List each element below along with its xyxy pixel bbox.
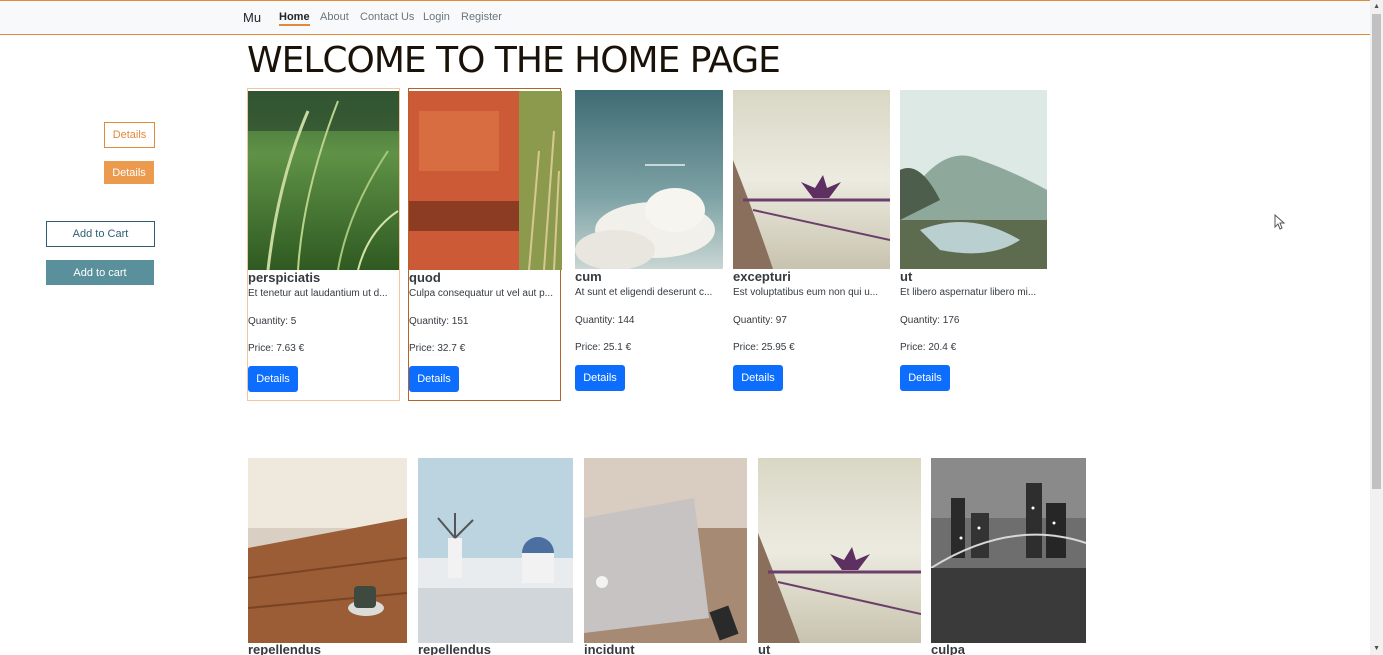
nav-link-home[interactable]: Home: [279, 11, 310, 26]
product-description: Culpa consequatur ut vel aut p...: [409, 288, 553, 299]
product-price: Price: 25.1 €: [575, 342, 632, 353]
product-image-clouds: [575, 90, 723, 269]
scroll-up-arrow-icon[interactable]: ▲: [1373, 3, 1380, 10]
product-image-cafe: [248, 458, 407, 643]
product-quantity: Quantity: 5: [248, 316, 297, 327]
product-card: perspiciatis Et tenetur aut laudantium u…: [247, 88, 400, 401]
product-quantity: Quantity: 144: [575, 315, 635, 326]
scroll-down-arrow-icon[interactable]: ▼: [1373, 645, 1380, 652]
nav-link-login[interactable]: Login: [423, 11, 450, 23]
details-filled-button[interactable]: Details: [104, 161, 154, 184]
product-details-button[interactable]: Details: [248, 366, 298, 392]
mouse-cursor-icon: [1274, 214, 1286, 230]
product-name: repellendus: [418, 642, 491, 655]
product-name: excepturi: [733, 269, 791, 284]
nav-link-about[interactable]: About: [320, 11, 349, 23]
navbar-brand[interactable]: Mu: [243, 10, 261, 25]
product-image-bird: [733, 90, 890, 269]
product-name: quod: [409, 270, 441, 285]
product-quantity: Quantity: 97: [733, 315, 787, 326]
product-price: Price: 32.7 €: [409, 343, 466, 354]
product-description: Et libero aspernatur libero mi...: [900, 287, 1037, 298]
add-to-cart-outline-button[interactable]: Add to Cart: [46, 221, 155, 247]
product-description: Est voluptatibus eum non qui u...: [733, 287, 879, 298]
product-card: repellendus: [248, 458, 407, 655]
product-price: Price: 25.95 €: [733, 342, 795, 353]
product-name: incidunt: [584, 642, 635, 655]
product-card: cum At sunt et eligendi deserunt c... Qu…: [575, 89, 723, 401]
product-name: perspiciatis: [248, 270, 321, 285]
product-name: ut: [900, 269, 913, 284]
product-image-laptop: [584, 458, 747, 643]
product-price: Price: 20.4 €: [900, 342, 957, 353]
vertical-scrollbar[interactable]: ▲ ▼: [1370, 0, 1383, 655]
product-details-button[interactable]: Details: [409, 366, 459, 392]
product-card: ut Et libero aspernatur libero mi... Qua…: [900, 89, 1047, 401]
product-image-grass: [248, 91, 399, 270]
nav-link-register[interactable]: Register: [461, 11, 502, 23]
product-card: ut: [758, 458, 921, 655]
page-title: WELCOME TO THE HOME PAGE: [247, 40, 781, 81]
top-navbar: Mu Home About Contact Us Login Register: [0, 0, 1370, 35]
product-card: quod Culpa consequatur ut vel aut p... Q…: [408, 88, 562, 401]
product-description: At sunt et eligendi deserunt c...: [575, 287, 713, 298]
product-quantity: Quantity: 176: [900, 315, 960, 326]
product-image-river: [900, 90, 1047, 269]
nav-link-contact[interactable]: Contact Us: [360, 11, 414, 23]
product-details-button[interactable]: Details: [733, 365, 783, 391]
scrollbar-thumb[interactable]: [1372, 14, 1381, 489]
product-card: incidunt: [584, 458, 747, 655]
product-details-button[interactable]: Details: [900, 365, 950, 391]
details-outline-button[interactable]: Details: [104, 122, 155, 148]
product-name: repellendus: [248, 642, 321, 655]
product-name: ut: [758, 642, 771, 655]
product-quantity: Quantity: 151: [409, 316, 469, 327]
product-image-red-wall: [409, 91, 562, 270]
product-image-city: [931, 458, 1086, 643]
product-details-button[interactable]: Details: [575, 365, 625, 391]
add-to-cart-filled-button[interactable]: Add to cart: [46, 260, 154, 285]
product-card: excepturi Est voluptatibus eum non qui u…: [733, 89, 890, 401]
product-image-windmill: [418, 458, 573, 643]
product-card: repellendus: [418, 458, 573, 655]
product-price: Price: 7.63 €: [248, 343, 305, 354]
product-image-bird: [758, 458, 921, 643]
product-name: culpa: [931, 642, 965, 655]
product-description: Et tenetur aut laudantium ut d...: [248, 288, 388, 299]
product-card: culpa: [931, 458, 1086, 655]
product-name: cum: [575, 269, 602, 284]
